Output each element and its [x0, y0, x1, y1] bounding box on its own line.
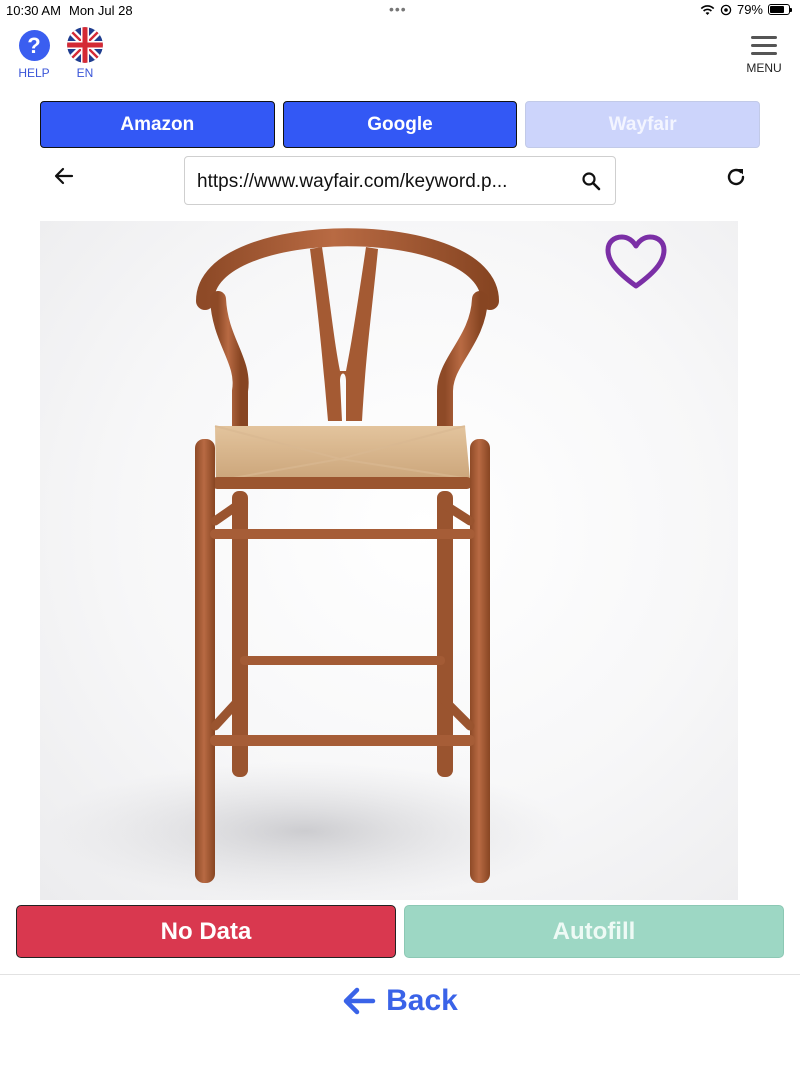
status-indicators: 79%: [700, 2, 792, 17]
language-label: EN: [76, 66, 94, 80]
bar-stool-image: [45, 228, 565, 900]
arrow-left-icon: [343, 987, 376, 1015]
battery-level: [770, 6, 785, 13]
battery-icon: [768, 4, 792, 15]
tab-google[interactable]: Google: [282, 101, 518, 148]
multitasking-dots-icon[interactable]: •••: [389, 1, 407, 17]
tab-amazon[interactable]: Amazon: [40, 101, 275, 148]
product-image: [40, 221, 738, 900]
help-button[interactable]: ? HELP: [14, 30, 54, 80]
hamburger-icon: [742, 36, 786, 55]
status-date: Mon Jul 28: [69, 3, 133, 18]
no-data-button[interactable]: No Data: [16, 905, 396, 958]
back-label: Back: [386, 984, 458, 1017]
location-lock-icon: [720, 4, 732, 15]
language-button[interactable]: EN: [64, 27, 106, 80]
uk-flag-icon: [67, 27, 103, 63]
wifi-icon: [700, 4, 715, 15]
divider: [0, 974, 800, 975]
menu-button[interactable]: MENU: [742, 36, 786, 75]
help-label: HELP: [18, 66, 50, 80]
source-tabs: Amazon Google Wayfair: [40, 101, 761, 148]
action-buttons: No Data Autofill: [16, 905, 784, 958]
refresh-icon[interactable]: [724, 165, 748, 189]
status-bar: 10:30 AM Mon Jul 28 ••• 79%: [0, 0, 800, 20]
help-icon: ?: [18, 30, 50, 61]
search-icon[interactable]: [581, 171, 601, 191]
status-time: 10:30 AM: [6, 3, 61, 18]
autofill-button[interactable]: Autofill: [404, 905, 784, 958]
tab-wayfair[interactable]: Wayfair: [525, 101, 761, 148]
heart-favorite-icon[interactable]: [604, 233, 668, 291]
menu-label: MENU: [746, 61, 782, 75]
arrow-left-icon[interactable]: [52, 164, 76, 188]
back-button[interactable]: Back: [0, 984, 800, 1018]
battery-percent: 79%: [736, 2, 763, 17]
url-input[interactable]: https://www.wayfair.com/keyword.p...: [184, 156, 616, 205]
url-text[interactable]: https://www.wayfair.com/keyword.p...: [197, 171, 557, 193]
